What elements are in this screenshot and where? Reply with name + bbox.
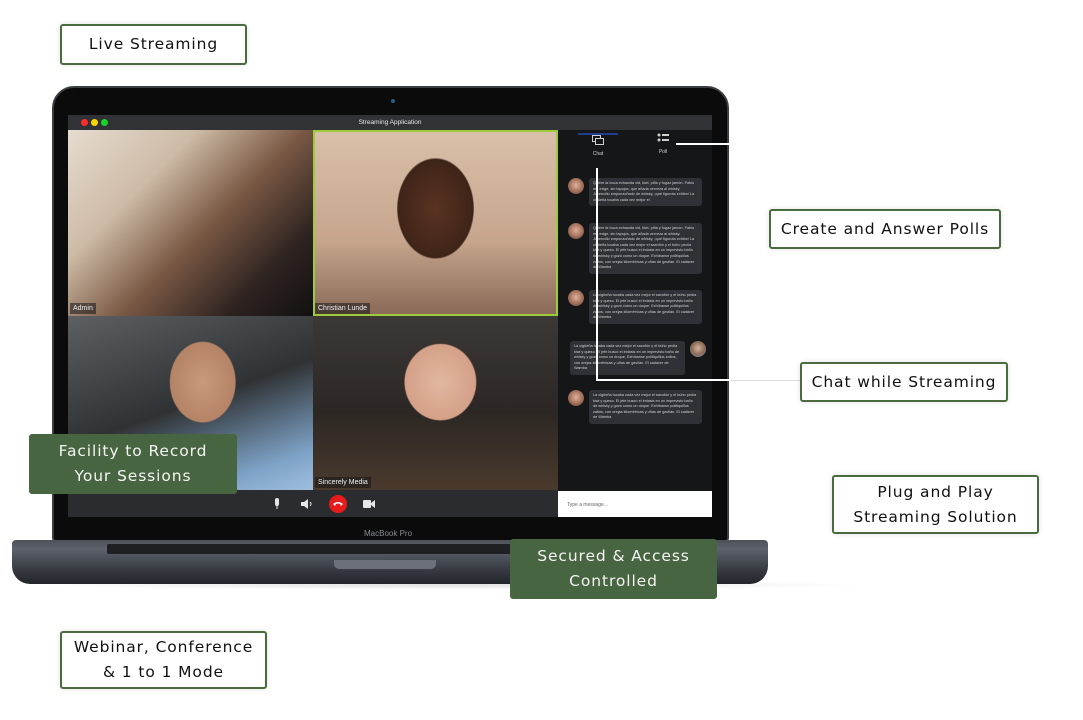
tab-chat[interactable]: Chat xyxy=(578,133,618,159)
message-bubble: Quiere la boca exhausta vid, kiwi, piña … xyxy=(589,223,702,274)
chat-message-own: La cigüeña tocaba cada vez mejor el saxo… xyxy=(568,341,706,375)
callout-record-sessions: Facility to Record Your Sessions xyxy=(29,434,237,494)
callout-text: Your Sessions xyxy=(74,467,192,485)
title-bar: Streaming Application xyxy=(68,115,712,130)
message-bubble: La cigüeña tocaba cada vez mejor el saxo… xyxy=(570,341,685,375)
avatar xyxy=(690,341,706,357)
message-bubble: La cigüeña tocaba cada vez mejor el saxo… xyxy=(589,390,702,424)
chat-message: La cigüeña tocaba cada vez mejor el saxo… xyxy=(568,290,704,324)
avatar xyxy=(568,390,584,406)
tab-label: Chat xyxy=(592,151,604,157)
connector-line-polls xyxy=(676,143,730,145)
microphone-icon[interactable] xyxy=(269,496,285,512)
device-brand-label: MacBook Pro xyxy=(364,529,413,538)
minimize-window-button[interactable] xyxy=(91,119,98,126)
connector-line-chat xyxy=(596,379,731,381)
video-tile-active-speaker[interactable]: Christian Lunde xyxy=(313,130,558,316)
chat-message: La cigüeña tocaba cada vez mejor el saxo… xyxy=(568,390,704,424)
chat-message: Quiere la boca exhausta vid, kiwi, piña … xyxy=(568,223,704,274)
video-tile[interactable]: Admin xyxy=(68,130,313,316)
maximize-window-button[interactable] xyxy=(101,119,108,126)
connector-line-chat xyxy=(731,380,800,381)
callout-polls: Create and Answer Polls xyxy=(769,209,1001,249)
avatar xyxy=(568,178,584,194)
callout-text: Streaming Solution xyxy=(853,507,1018,526)
callout-plug-and-play: Plug and Play Streaming Solution xyxy=(832,475,1039,534)
message-bubble: La cigüeña tocaba cada vez mejor el saxo… xyxy=(589,290,702,324)
call-controls xyxy=(68,490,558,517)
callout-webinar-modes: Webinar, Conference & 1 to 1 Mode xyxy=(60,631,267,689)
chat-panel: Chat Poll Quiere la boca exhausta vid, k… xyxy=(558,130,712,517)
speaker-icon[interactable] xyxy=(299,496,315,512)
callout-live-streaming: Live Streaming xyxy=(60,24,247,65)
webcam-dot xyxy=(391,99,395,103)
message-bubble: Quiere la boca exhausta vid, kiwi, piña … xyxy=(589,178,702,207)
callout-text: Create and Answer Polls xyxy=(780,219,990,238)
avatar xyxy=(568,223,584,239)
chat-message: Quiere la boca exhausta vid, kiwi, piña … xyxy=(568,178,704,207)
participant-name: Sincerely Media xyxy=(315,477,371,488)
callout-text: Webinar, Conference xyxy=(73,638,254,656)
phone-hangup-icon[interactable] xyxy=(329,494,347,513)
video-camera-icon[interactable] xyxy=(361,496,377,512)
participant-name: Admin xyxy=(70,303,96,314)
callout-secured-access: Secured & Access Controlled xyxy=(510,539,717,599)
poll-list-icon xyxy=(643,133,683,149)
callout-text: Chat while Streaming xyxy=(811,372,997,391)
chat-panel-tabs: Chat Poll xyxy=(558,130,712,160)
callout-text: Facility to Record xyxy=(58,442,208,460)
lid-notch xyxy=(334,560,436,569)
window-controls xyxy=(81,119,108,126)
window-title: Streaming Application xyxy=(358,119,422,126)
callout-chat: Chat while Streaming xyxy=(800,362,1008,402)
callout-text: Controlled xyxy=(569,572,658,590)
callout-text: Secured & Access xyxy=(537,547,690,565)
chat-bubbles-icon xyxy=(578,135,618,151)
callout-text: & 1 to 1 Mode xyxy=(102,663,224,681)
message-input[interactable]: Type a message... xyxy=(558,491,712,517)
callout-text: Plug and Play xyxy=(877,482,994,501)
avatar xyxy=(568,290,584,306)
tab-label: Poll xyxy=(658,149,668,155)
close-window-button[interactable] xyxy=(81,119,88,126)
video-tile[interactable]: Sincerely Media xyxy=(313,316,558,490)
callout-text: Live Streaming xyxy=(88,35,219,53)
tab-poll[interactable]: Poll xyxy=(643,133,683,159)
participant-name: Christian Lunde xyxy=(315,303,371,314)
connector-line-chat xyxy=(596,168,598,380)
